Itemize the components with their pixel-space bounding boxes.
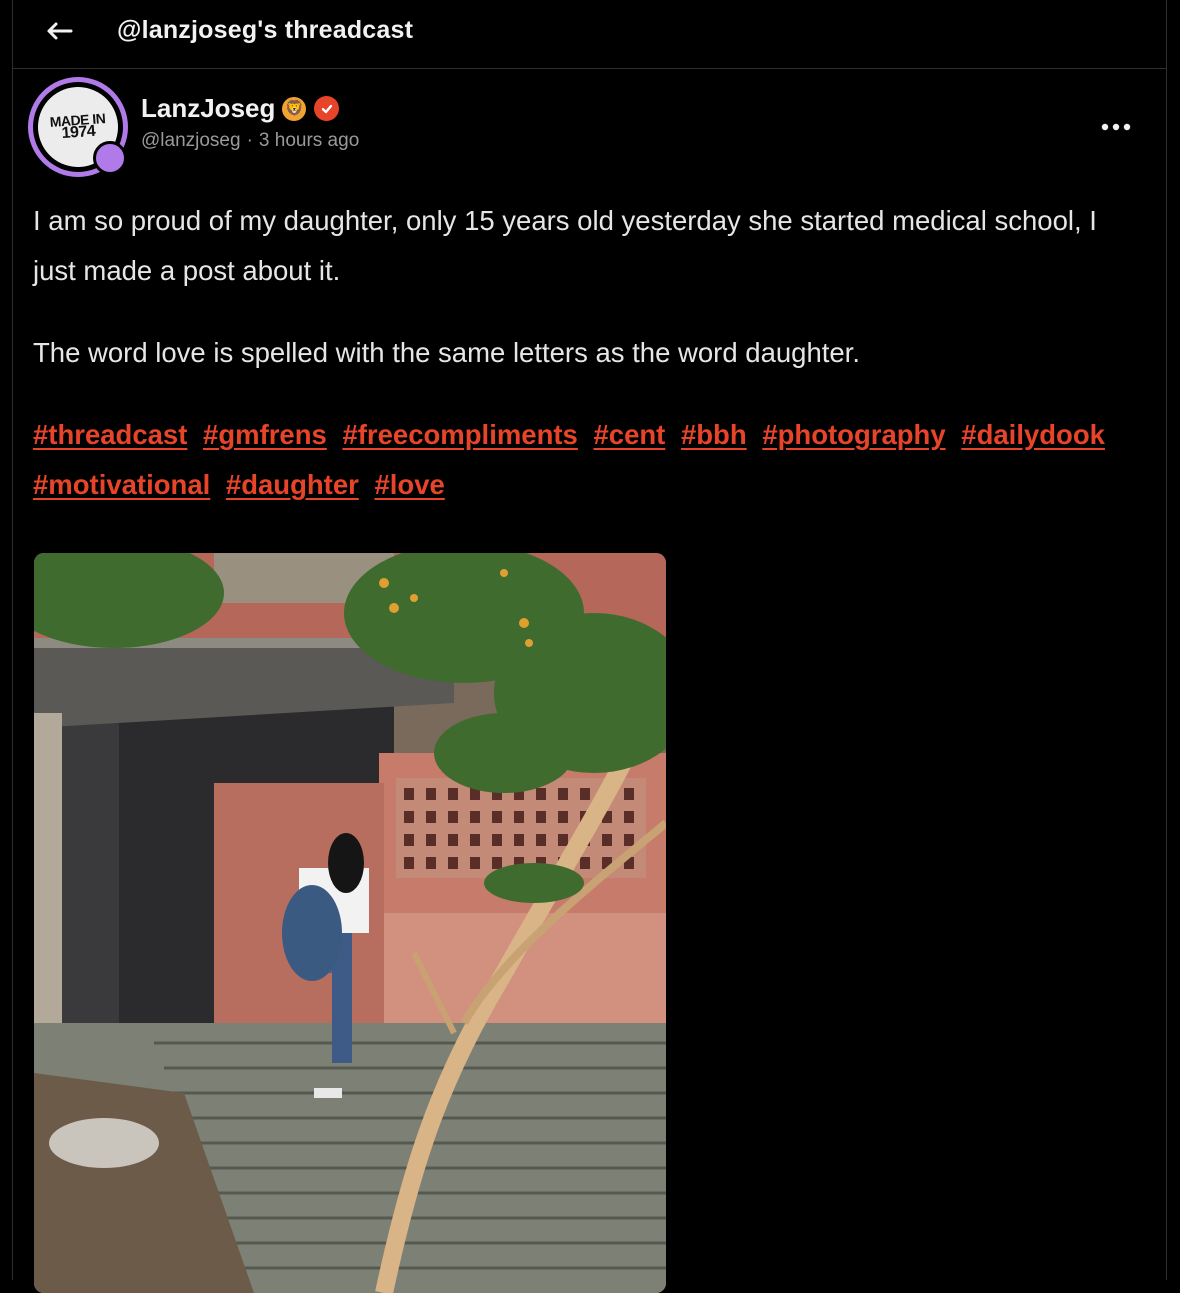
post-meta: @lanzjoseg · 3 hours ago bbox=[141, 130, 359, 152]
more-options-button[interactable] bbox=[1098, 114, 1134, 140]
author-name-row[interactable]: LanzJoseg 🦁 bbox=[141, 93, 340, 124]
hashtag-link[interactable]: #motivational bbox=[33, 469, 210, 500]
hashtag-link[interactable]: #daughter bbox=[226, 469, 359, 500]
hashtag-link[interactable]: #love bbox=[374, 469, 444, 500]
threadcast-panel: @lanzjoseg's threadcast MADE IN 1974 Lan… bbox=[12, 0, 1167, 1293]
hashtag-link[interactable]: #freecompliments bbox=[342, 419, 577, 450]
post-body: I am so proud of my daughter, only 15 ye… bbox=[33, 196, 1143, 410]
page-title: @lanzjoseg's threadcast bbox=[117, 16, 414, 44]
meta-separator: · bbox=[246, 130, 253, 151]
post-timestamp[interactable]: 3 hours ago bbox=[259, 130, 359, 151]
hashtag-link[interactable]: #dailydook bbox=[961, 419, 1105, 450]
verified-check-icon bbox=[314, 96, 340, 121]
status-badge bbox=[93, 141, 127, 175]
hashtag-link[interactable]: #bbh bbox=[681, 419, 747, 450]
lion-emoji-icon: 🦁 bbox=[282, 96, 307, 121]
arrow-left-icon bbox=[47, 22, 73, 40]
avatar-text-line2: 1974 bbox=[61, 122, 96, 143]
hashtag-link[interactable]: #gmfrens bbox=[203, 419, 327, 450]
back-button[interactable] bbox=[41, 16, 77, 46]
top-bar: @lanzjoseg's threadcast bbox=[13, 0, 1166, 69]
post-paragraph: The word love is spelled with the same l… bbox=[33, 337, 860, 368]
post-image[interactable] bbox=[34, 553, 666, 1293]
more-horizontal-icon bbox=[1101, 123, 1131, 131]
author-display-name[interactable]: LanzJoseg bbox=[141, 93, 275, 124]
hashtag-link[interactable]: #photography bbox=[762, 419, 945, 450]
author-handle[interactable]: @lanzjoseg bbox=[141, 130, 241, 151]
hashtag-link[interactable]: #cent bbox=[593, 419, 665, 450]
hashtag-list: #threadcast #gmfrens #freecompliments #c… bbox=[33, 410, 1153, 510]
school-stairs-photo bbox=[34, 553, 666, 1293]
hashtag-link[interactable]: #threadcast bbox=[33, 419, 187, 450]
post-paragraph: I am so proud of my daughter, only 15 ye… bbox=[33, 205, 1097, 286]
